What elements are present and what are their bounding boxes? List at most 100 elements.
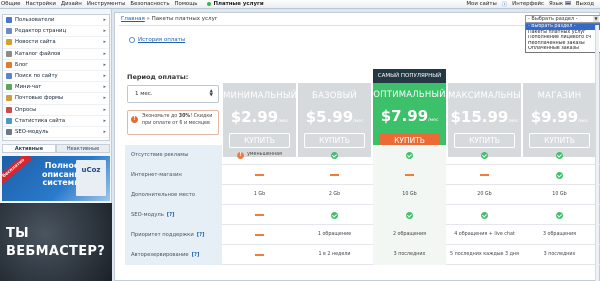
chevron-right-icon: ▸ [103,84,106,91]
period-label: Период оплаты: [127,73,189,81]
plan-price-value: $7.99 [380,107,429,125]
section-option[interactable]: Пополнение лицевого сч [526,35,600,41]
top-menu-item[interactable]: Инструменты [87,1,126,7]
help-icon[interactable]: ⓘ [502,0,507,8]
vertical-scrollbar[interactable] [595,25,599,281]
webmaster-banner[interactable]: ТЫ ВЕБМАСТЕР? [0,203,112,281]
feature-value: 3 последних [393,252,426,258]
feature-value: 20 Gb [477,192,492,198]
news-icon [6,39,12,46]
modules-tabs: Активные Неактивные [2,144,110,153]
feature-cell: 20 Gb [448,185,521,205]
plan-name: МАКСИМАЛЬНЫЙ [448,91,528,101]
chevron-right-icon: ▸ [103,39,106,46]
feature-cell [223,245,296,265]
help-link[interactable]: [?] [167,212,175,218]
check-icon [331,151,338,159]
feature-cell [298,165,371,185]
ucoz-docs-banner[interactable]: бесплатно Полное описание системы uCoz [2,156,110,201]
period-select[interactable]: 1 мес. ▲ ▼ [127,85,219,103]
paid-services-label: Платные услуги [213,1,264,7]
payment-history-label: История оплаты [138,37,186,43]
feature-value: уменьшенная [247,152,282,158]
exit-link[interactable]: Выход [576,1,594,7]
check-icon [481,151,488,159]
lang-menu[interactable]: Язык [549,1,571,7]
savings-text-1: Экономьте до [142,114,179,119]
top-menu-item[interactable]: Безопасность [130,1,169,7]
sidebar-item[interactable]: SEO-модуль ▸ [3,127,109,139]
feature-name-label: SEO-модуль [131,212,164,218]
sidebar-item[interactable]: Почтовые формы ▸ [3,93,109,105]
feature-cell [298,205,371,225]
plan-price-value: $9.99 [530,108,579,126]
top-menu-item[interactable]: Дизайн [61,1,82,7]
feature-name-label: Приоритет поддержки [131,232,194,238]
tab-inactive[interactable]: Неактивные [56,144,110,153]
feature-cell: ! уменьшенная [223,145,296,165]
breadcrumb-home[interactable]: Главная [121,16,145,22]
sidebar-item[interactable]: Опросы ▸ [3,105,109,116]
chevron-down-icon: ▼ [593,16,599,22]
top-menu-item[interactable]: Общие [1,1,20,7]
sidebar-item[interactable]: Редактор страниц ▸ [3,26,109,38]
feature-cell: 10 Gb [523,185,596,205]
feature-row: Отсутствие рекламы ! уменьшенная [125,145,600,165]
help-link[interactable]: [?] [192,252,200,258]
banner-headline: ТЫ ВЕБМАСТЕР? [6,225,105,261]
top-menu-item[interactable]: Помощь [175,1,198,7]
feature-cell [448,205,521,225]
sidebar-item[interactable]: Поиск по сайту ▸ [3,71,109,83]
feature-name-label: Отсутствие рекламы [131,152,189,158]
tab-active[interactable]: Активные [2,144,56,153]
my-sites-menu[interactable]: Мои сайты [466,1,496,7]
feature-cell: 1 Gb [223,185,296,205]
sidebar-item[interactable]: Новости сайта ▸ [3,37,109,49]
dash-icon [480,174,489,176]
chevron-right-icon: ▸ [103,95,106,102]
check-icon [556,151,563,159]
period-select-value: 1 мес. [135,91,153,97]
feature-cell [448,165,521,185]
feature-cell: 10 Gb [373,185,446,205]
chat-icon [6,84,12,91]
check-icon [556,211,563,219]
plan-name: МИНИМАЛЬНЫЙ [223,91,298,101]
top-menu-item[interactable]: Настройки [25,1,55,7]
feature-cell [373,205,446,225]
feature-name: Авторезервирование [?] [125,245,222,265]
section-select[interactable]: - Выбрать раздел - ▼ [525,15,600,23]
sidebar-item[interactable]: Мини-чат ▸ [3,82,109,94]
plan-name: ОПТИМАЛЬНЫЙ [373,90,446,100]
interface-menu[interactable]: Интерфейс [512,1,544,7]
section-option[interactable]: Оплаченные заказы [526,46,600,52]
sidebar-item[interactable]: Статистика сайта ▸ [3,116,109,127]
feature-cell [223,225,296,245]
sidebar-item-label: Новости сайта [15,39,56,46]
dash-icon [255,174,264,176]
feature-value: 4 обращения + live chat [454,232,515,238]
breadcrumb: Главная » Пакеты платных услуг [121,16,218,22]
chevron-right-icon: ▸ [103,73,106,80]
feature-cell [523,145,596,165]
plan-price-period: /мес [353,119,364,124]
page-editor-icon [6,28,12,35]
help-link[interactable]: [?] [197,232,205,238]
paid-services-link[interactable]: Платные услуги [207,1,264,7]
chevron-right-icon: ▸ [103,17,106,24]
breadcrumb-separator: » [146,16,150,22]
dash-icon [405,174,414,176]
sidebar-item-label: Статистика сайта [15,117,66,124]
feature-name: Отсутствие рекламы [125,145,222,165]
sidebar-item[interactable]: Блог ▸ [3,60,109,71]
seo-icon [6,128,12,135]
sidebar-item[interactable]: Каталог файлов ▸ [3,49,109,60]
sidebar-item-label: Блог [15,61,29,68]
feature-name: Дополнительное место [125,185,222,205]
payment-history-link[interactable]: История оплаты [129,37,185,43]
popular-badge: САМЫЙ ПОПУЛЯРНЫЙ [373,69,446,83]
sidebar-item[interactable]: Пользователи ▸ [3,15,109,27]
plan-price: $5.99/мес [298,108,371,126]
sidebar-item-label: Мини-чат [15,84,42,91]
feature-cell [523,205,596,225]
